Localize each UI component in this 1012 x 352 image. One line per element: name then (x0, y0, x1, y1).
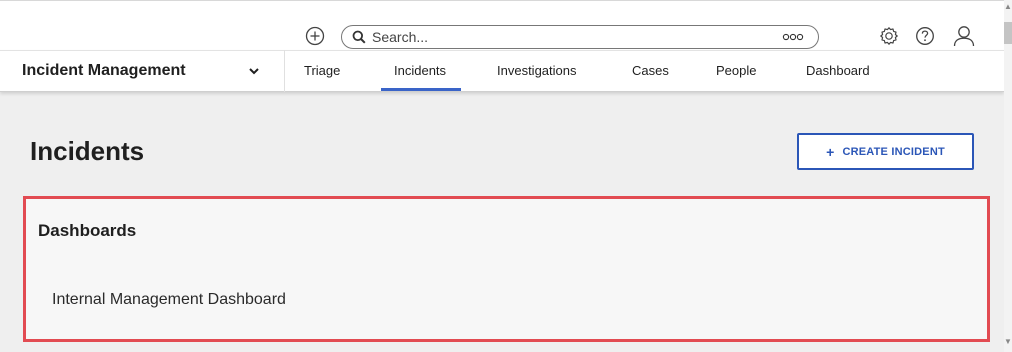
app-title: Incident Management (22, 62, 186, 79)
help-button[interactable] (914, 25, 936, 47)
search-input[interactable] (372, 28, 752, 46)
chevron-down-icon (249, 68, 259, 75)
page-title: Incidents (30, 136, 145, 166)
active-tab-indicator (381, 88, 461, 91)
create-incident-button[interactable]: + CREATE INCIDENT (797, 133, 974, 170)
search-box[interactable] (341, 25, 819, 49)
search-icon (352, 30, 366, 44)
app-window: Incident Management Triage Incidents Inv… (0, 0, 1004, 352)
app-switcher[interactable]: Incident Management (22, 50, 284, 92)
tab-investigations[interactable]: Investigations (497, 50, 577, 92)
scroll-thumb[interactable] (1004, 22, 1012, 44)
gear-icon (880, 27, 898, 45)
add-button[interactable] (304, 25, 326, 47)
tab-dashboard[interactable]: Dashboard (806, 50, 870, 92)
nav-divider (284, 50, 285, 92)
user-menu-button[interactable] (951, 24, 977, 48)
dashboard-link[interactable]: Internal Management Dashboard (52, 291, 286, 309)
dashboards-title: Dashboards (38, 221, 137, 240)
tab-incidents[interactable]: Incidents (394, 50, 446, 92)
plus-icon: + (826, 143, 835, 160)
tab-triage[interactable]: Triage (304, 50, 340, 92)
scroll-down-icon[interactable]: ▼ (1004, 337, 1012, 347)
scrollbar[interactable]: ▲ ▼ (1004, 0, 1012, 352)
user-icon (953, 26, 975, 47)
scroll-up-icon[interactable]: ▲ (1004, 2, 1012, 12)
dashboards-panel: Dashboards Internal Management Dashboard (23, 196, 990, 342)
plus-circle-icon (305, 26, 325, 46)
settings-button[interactable] (878, 25, 900, 47)
tab-cases[interactable]: Cases (632, 50, 669, 92)
tab-people[interactable]: People (716, 50, 756, 92)
top-bar (0, 0, 1004, 50)
ellipsis-icon[interactable] (782, 32, 804, 42)
help-icon (916, 27, 934, 45)
create-incident-label: CREATE INCIDENT (842, 145, 945, 158)
